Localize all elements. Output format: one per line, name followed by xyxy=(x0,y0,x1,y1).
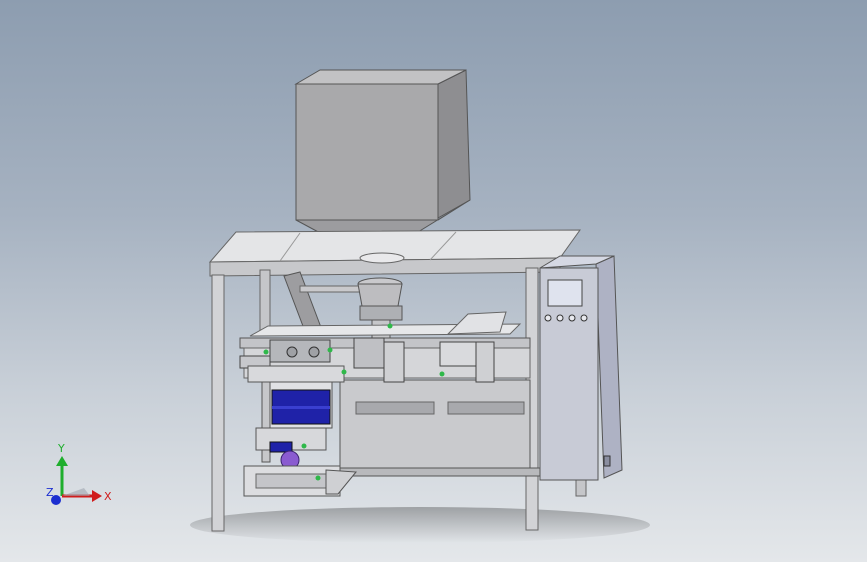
x-axis-arrow xyxy=(92,490,102,502)
y-axis-label: Y xyxy=(57,442,65,455)
station-box xyxy=(383,341,405,383)
sensor-dot xyxy=(341,369,347,375)
x-axis-label: X xyxy=(104,490,112,503)
station-box xyxy=(439,341,477,367)
sensor-dot xyxy=(301,443,307,449)
cabinet-screen xyxy=(547,279,583,307)
station-box xyxy=(475,341,495,383)
leg-rear-left xyxy=(259,269,271,331)
sensor-dot xyxy=(315,475,321,481)
floor-shadow xyxy=(190,507,650,543)
y-axis-arrow xyxy=(56,456,68,466)
body-baseplate xyxy=(339,467,541,477)
sensor-dot xyxy=(327,347,333,353)
roller xyxy=(308,346,320,358)
sensor-dot xyxy=(439,371,445,377)
hopper-right-face xyxy=(437,69,471,219)
top-table[interactable] xyxy=(208,229,581,277)
body-lower-recess xyxy=(355,401,435,415)
leg-front-left xyxy=(211,274,225,532)
sensor-dot xyxy=(387,323,393,329)
axis-triad: Y X Z xyxy=(46,442,112,505)
table-opening xyxy=(359,252,405,264)
drive-frame xyxy=(247,365,345,383)
body-lower-box xyxy=(339,379,531,473)
control-cabinet[interactable] xyxy=(539,255,623,481)
roller xyxy=(286,346,298,358)
station-box xyxy=(269,339,331,363)
motor-stripe xyxy=(272,406,330,409)
cabinet-button xyxy=(568,314,576,322)
z-axis-label: Z xyxy=(46,486,54,499)
hopper-top xyxy=(294,69,467,85)
conveyor-tray xyxy=(446,311,507,335)
cabinet-button xyxy=(544,314,552,322)
cabinet-latch xyxy=(603,455,611,467)
drive-unit[interactable] xyxy=(243,365,358,497)
body-lower-recess xyxy=(447,401,525,415)
hopper-front-face xyxy=(295,83,439,221)
machine-model[interactable] xyxy=(0,0,867,562)
chute-bar xyxy=(299,285,361,293)
cabinet-button xyxy=(580,314,588,322)
cabinet-button xyxy=(556,314,564,322)
cad-viewport[interactable]: Y X Z xyxy=(0,0,867,562)
chute xyxy=(283,271,323,335)
base-bracket xyxy=(325,469,358,495)
cone-body xyxy=(357,283,403,307)
cabinet-side xyxy=(595,255,623,479)
station-box xyxy=(353,337,385,369)
sensor-dot xyxy=(263,349,269,355)
gearbox-motor xyxy=(269,441,293,453)
cone-base xyxy=(359,305,403,321)
triad-shadow xyxy=(62,488,90,496)
